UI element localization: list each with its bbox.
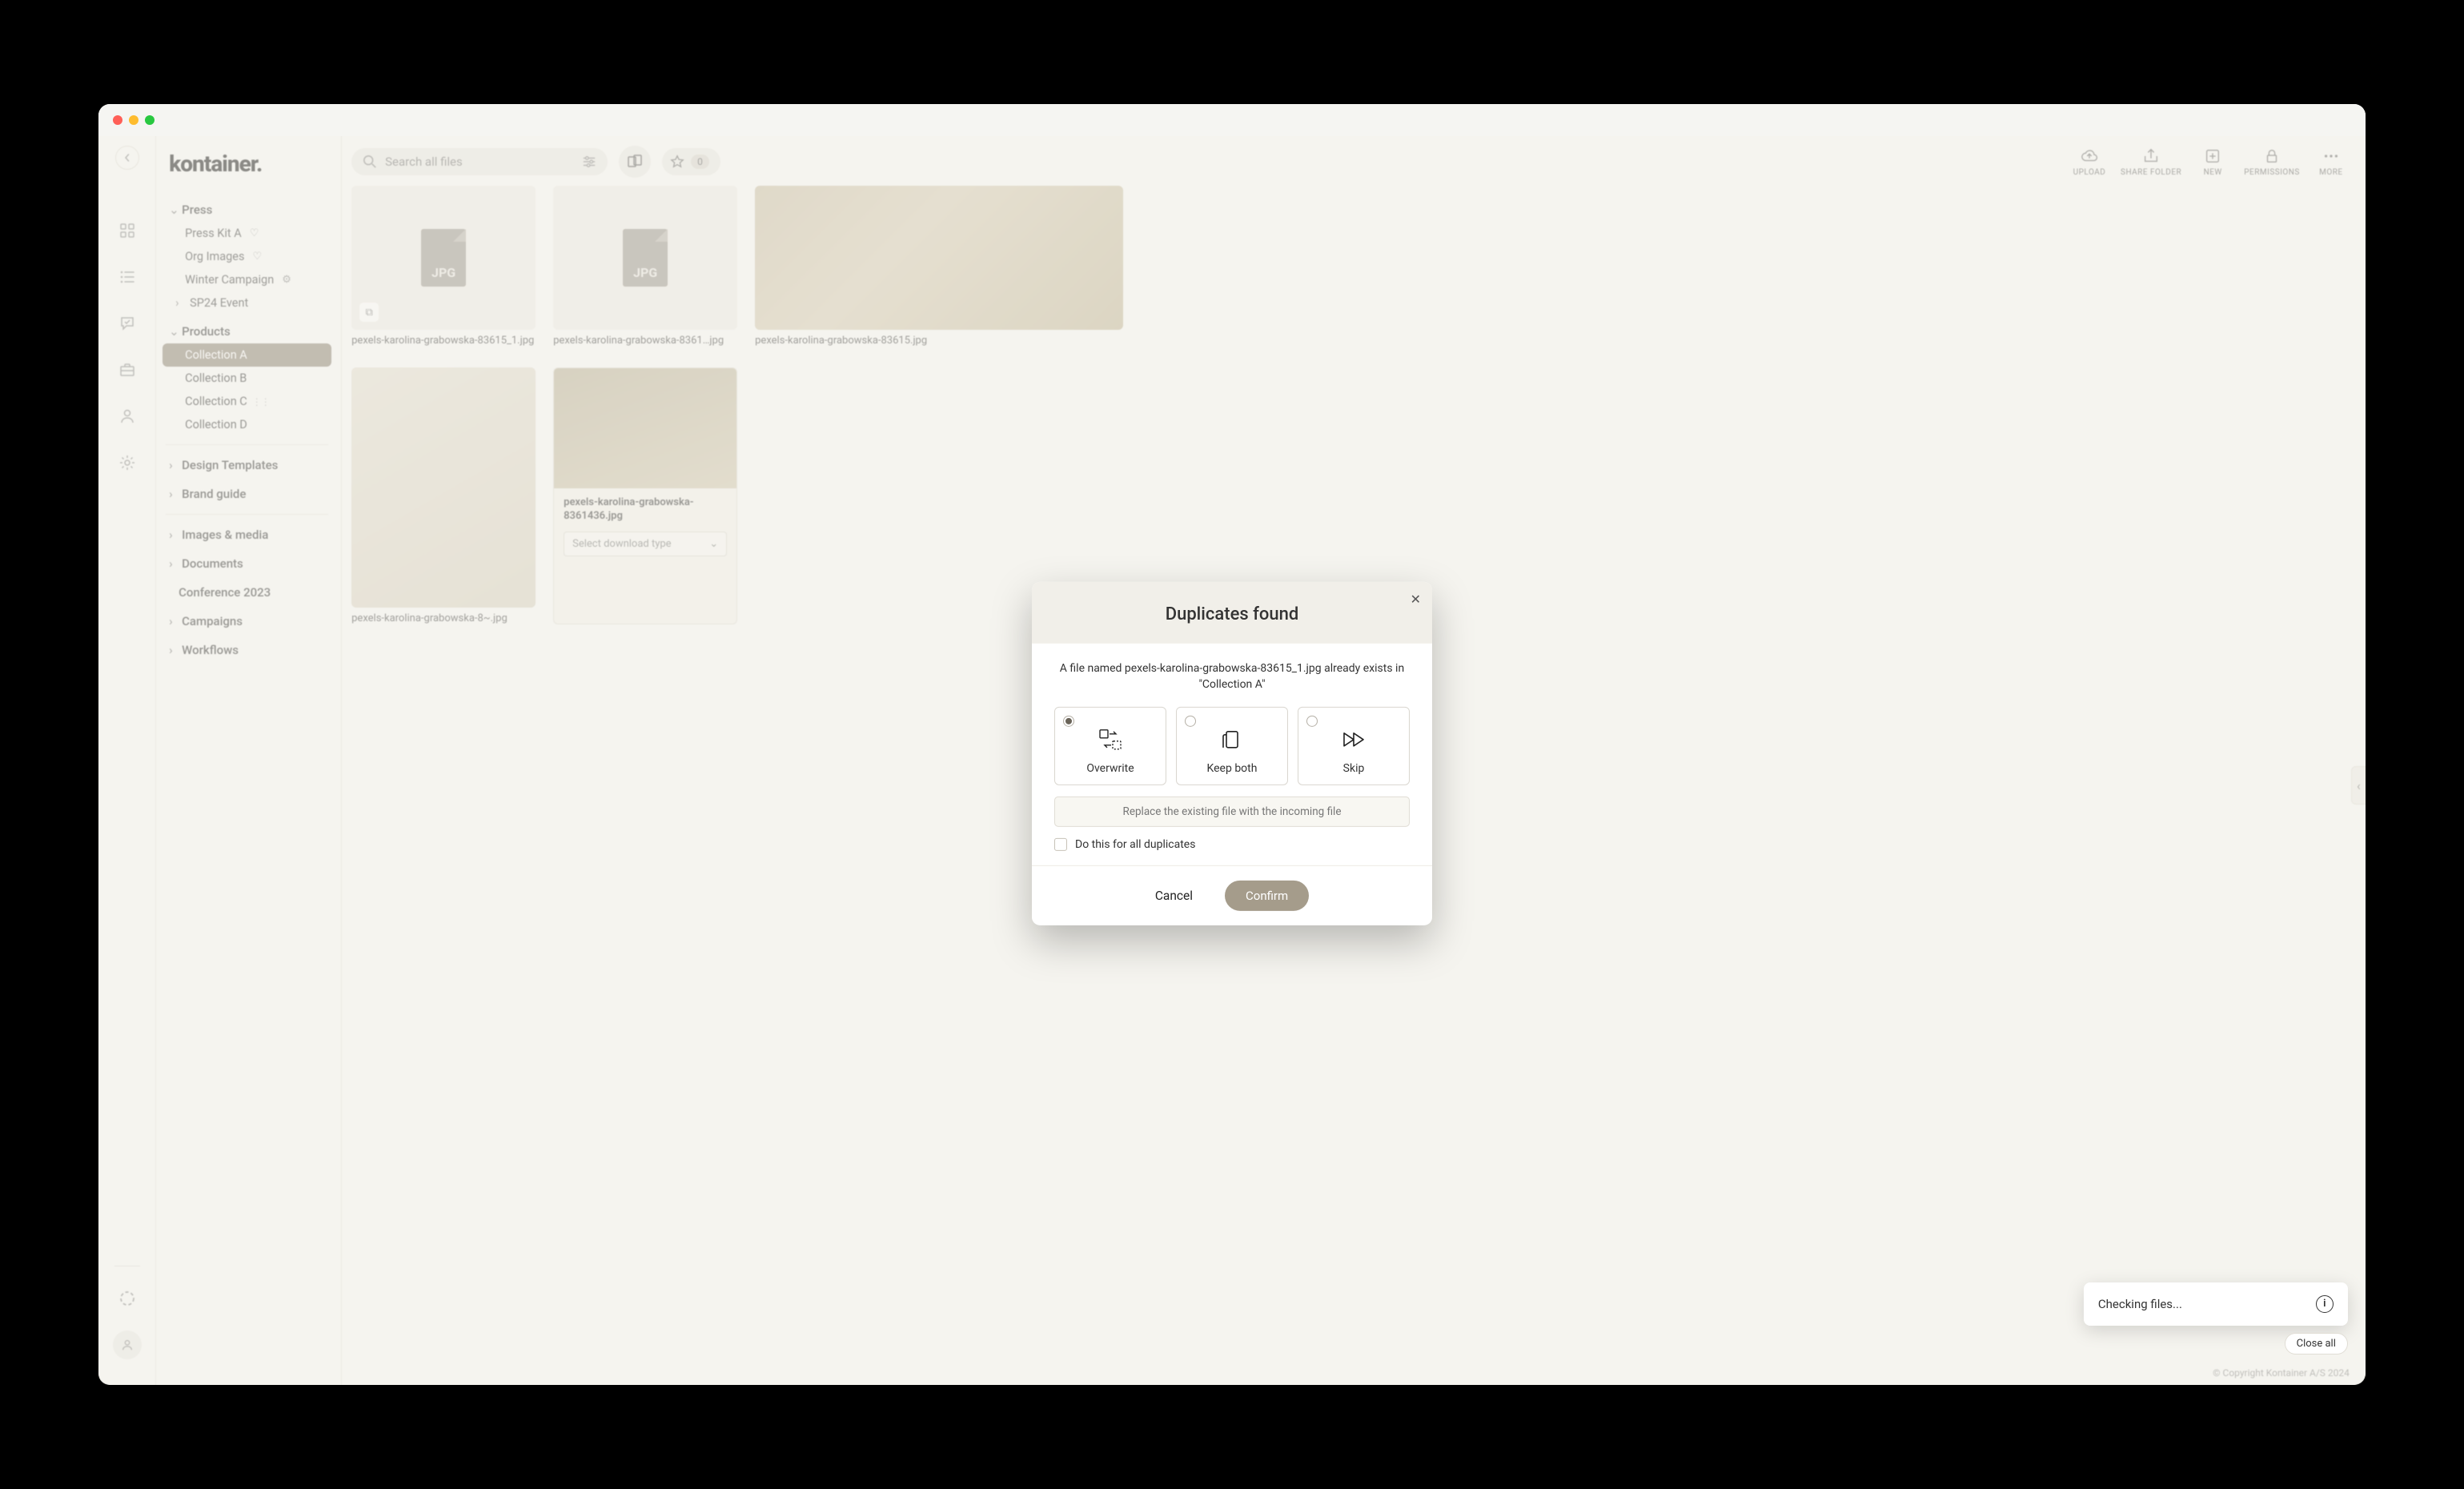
close-window-icon[interactable] [113,115,122,125]
app-body: kontainer. Press Press Kit A♡ Org Images… [98,136,2366,1385]
option-skip[interactable]: Skip [1298,707,1410,785]
cancel-button[interactable]: Cancel [1155,889,1193,903]
close-icon[interactable]: ✕ [1411,592,1421,607]
confirm-button[interactable]: Confirm [1225,881,1309,911]
radio-icon [1185,716,1196,727]
maximize-window-icon[interactable] [145,115,155,125]
radio-icon [1306,716,1318,727]
overwrite-icon [1097,725,1124,754]
radio-icon [1063,716,1074,727]
close-all-button[interactable]: Close all [2285,1333,2348,1355]
keep-both-icon [1220,725,1244,754]
info-icon[interactable]: i [2316,1295,2334,1313]
checkbox-icon[interactable] [1054,838,1067,851]
app-window: kontainer. Press Press Kit A♡ Org Images… [98,104,2366,1385]
titlebar [98,104,2366,136]
modal-message: A file named pexels-karolina-grabowska-8… [1054,661,1410,692]
option-keep-both[interactable]: Keep both [1176,707,1288,785]
option-overwrite[interactable]: Overwrite [1054,707,1166,785]
modal-title: Duplicates found [1048,604,1416,624]
option-hint: Replace the existing file with the incom… [1054,797,1410,827]
duplicates-modal: Duplicates found ✕ A file named pexels-k… [1032,582,1432,925]
status-toast: Checking files... i [2084,1282,2348,1326]
skip-icon [1341,725,1366,754]
traffic-lights [113,115,155,125]
toast-message: Checking files... [2098,1297,2182,1311]
modal-header: Duplicates found ✕ [1032,582,1432,644]
minimize-window-icon[interactable] [129,115,138,125]
apply-all-row[interactable]: Do this for all duplicates [1054,838,1410,851]
